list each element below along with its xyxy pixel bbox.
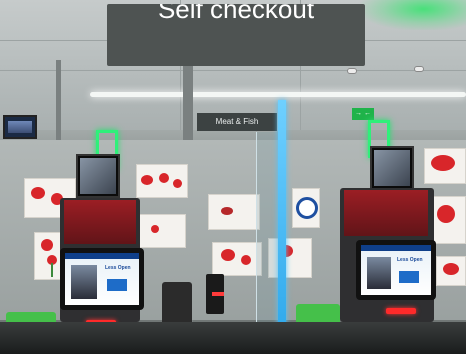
start-button-left[interactable] (107, 279, 127, 291)
poppy-poster (212, 242, 262, 276)
kiosk-red-panel-left (64, 200, 136, 244)
touchscreen-frame-right: Less Open (356, 240, 436, 300)
touchscreen-left[interactable]: Less Open (65, 253, 139, 305)
screen-title-left: Less Open (105, 265, 131, 271)
glass-divider (256, 132, 278, 354)
overhead-sign-text: Self checkout (157, 4, 315, 24)
touchscreen-right[interactable]: Less Open (361, 245, 431, 295)
customer-display-right (370, 146, 414, 190)
start-button-right[interactable] (399, 271, 419, 283)
scanner-light-right (386, 308, 416, 314)
poster-circle-emblem (292, 188, 320, 228)
touchscreen-frame-left: Less Open (60, 248, 144, 310)
card-terminal-light (212, 292, 224, 296)
overhead-sign: Self checkout (107, 4, 365, 66)
customer-display-left (76, 154, 120, 198)
exit-sign: → ← (352, 108, 374, 120)
security-camera (347, 68, 357, 74)
poppy-poster (136, 214, 186, 248)
poppy-poster (136, 164, 188, 198)
monitor-screen (3, 115, 37, 139)
poppy-poster (436, 256, 466, 286)
poppy-poster (424, 148, 466, 184)
checkout-counter (0, 322, 466, 354)
poppy-poster (430, 196, 466, 244)
support-pole (56, 60, 61, 150)
poppy-poster (208, 194, 260, 230)
aisle-sign-text: Meat & Fish (215, 117, 259, 126)
aisle-sign: Meat & Fish (197, 113, 277, 131)
self-checkout-scene: Self checkout → ← Meat & Fish Less Open … (0, 0, 466, 354)
exit-sign-text: → ← (355, 110, 371, 117)
security-camera (414, 66, 424, 72)
blue-light-bar (278, 100, 286, 354)
kiosk-red-panel-right (344, 190, 428, 236)
green-glow (360, 0, 466, 30)
screen-title-right: Less Open (397, 257, 423, 263)
ceiling-light-strip (90, 92, 466, 97)
